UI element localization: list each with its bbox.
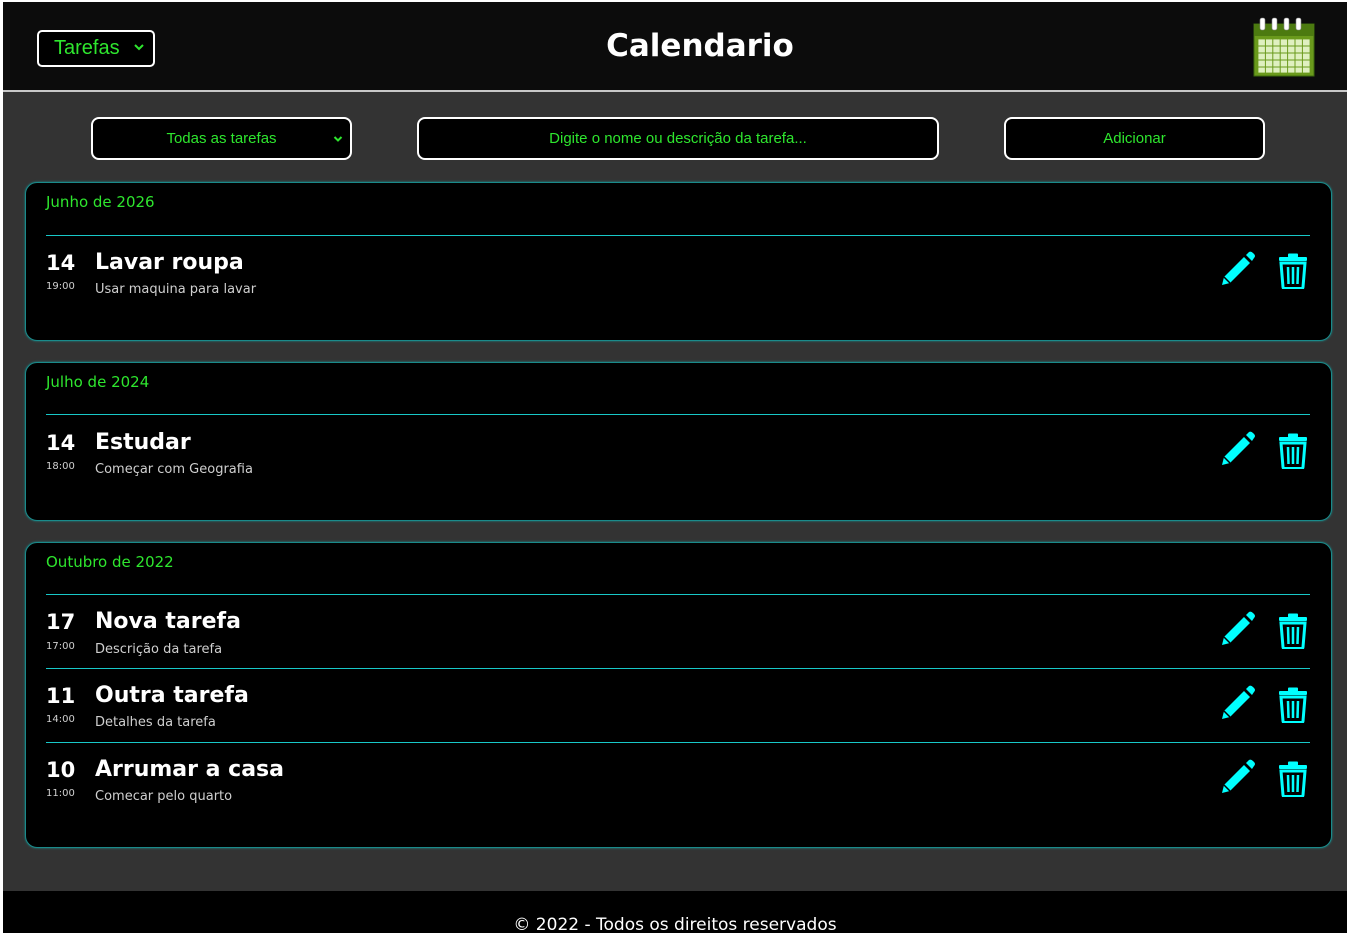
- page-title: Calendario: [606, 28, 794, 64]
- month-title: Julho de 2024: [46, 373, 150, 391]
- trash-icon[interactable]: [1278, 687, 1308, 723]
- task-day: 14: [46, 431, 76, 455]
- task-time: 11:00: [46, 788, 75, 799]
- trash-icon[interactable]: [1278, 253, 1308, 289]
- month-card: Outubro de 2022 17 17:00 Nova tarefa Des…: [25, 542, 1332, 848]
- task-filter-select[interactable]: Todas as tarefas: [91, 117, 352, 160]
- footer: © 2022 - Todos os direitos reservados: [3, 891, 1347, 933]
- task-time: 14:00: [46, 714, 75, 725]
- pencil-icon[interactable]: [1218, 759, 1256, 797]
- task-day: 11: [46, 684, 76, 708]
- task-day: 10: [46, 758, 76, 782]
- divider: [46, 668, 1310, 669]
- pencil-icon[interactable]: [1218, 685, 1256, 723]
- month-card: Junho de 2026 14 19:00 Lavar roupa Usar …: [25, 182, 1332, 341]
- task-time: 18:00: [46, 461, 75, 472]
- month-title: Outubro de 2022: [46, 553, 174, 571]
- app-frame: Tarefas Calendario Todas as tarefas Digi…: [3, 2, 1347, 933]
- task-day: 14: [46, 251, 76, 275]
- chevron-down-icon: [333, 136, 343, 142]
- search-input[interactable]: Digite o nome ou descrição da tarefa...: [417, 117, 939, 160]
- task-title: Estudar: [95, 430, 191, 455]
- header: Tarefas Calendario: [3, 2, 1347, 92]
- divider: [46, 742, 1310, 743]
- calendar-icon: [1253, 17, 1315, 77]
- pencil-icon[interactable]: [1218, 251, 1256, 289]
- add-button-label: Adicionar: [1103, 130, 1166, 147]
- task-time: 17:00: [46, 641, 75, 652]
- month-card: Julho de 2024 14 18:00 Estudar Começar c…: [25, 362, 1332, 521]
- task-time: 19:00: [46, 281, 75, 292]
- pencil-icon[interactable]: [1218, 431, 1256, 469]
- trash-icon[interactable]: [1278, 761, 1308, 797]
- task-description: Comecar pelo quarto: [95, 789, 233, 804]
- trash-icon[interactable]: [1278, 613, 1308, 649]
- task-title: Outra tarefa: [95, 683, 249, 708]
- divider: [46, 414, 1310, 415]
- add-button[interactable]: Adicionar: [1004, 117, 1265, 160]
- task-title: Nova tarefa: [95, 609, 241, 634]
- task-title: Lavar roupa: [95, 250, 244, 275]
- task-description: Usar maquina para lavar: [95, 282, 257, 297]
- task-description: Descrição da tarefa: [95, 642, 223, 657]
- task-description: Detalhes da tarefa: [95, 715, 216, 730]
- divider: [46, 235, 1310, 236]
- trash-icon[interactable]: [1278, 433, 1308, 469]
- task-description: Começar com Geografia: [95, 462, 253, 477]
- footer-text: © 2022 - Todos os direitos reservados: [513, 915, 837, 933]
- divider: [46, 594, 1310, 595]
- month-title: Junho de 2026: [46, 193, 155, 211]
- search-placeholder: Digite o nome ou descrição da tarefa...: [549, 130, 807, 147]
- filter-select-value: Todas as tarefas: [166, 130, 277, 147]
- task-day: 17: [46, 610, 76, 634]
- task-title: Arrumar a casa: [95, 757, 284, 782]
- pencil-icon[interactable]: [1218, 611, 1256, 649]
